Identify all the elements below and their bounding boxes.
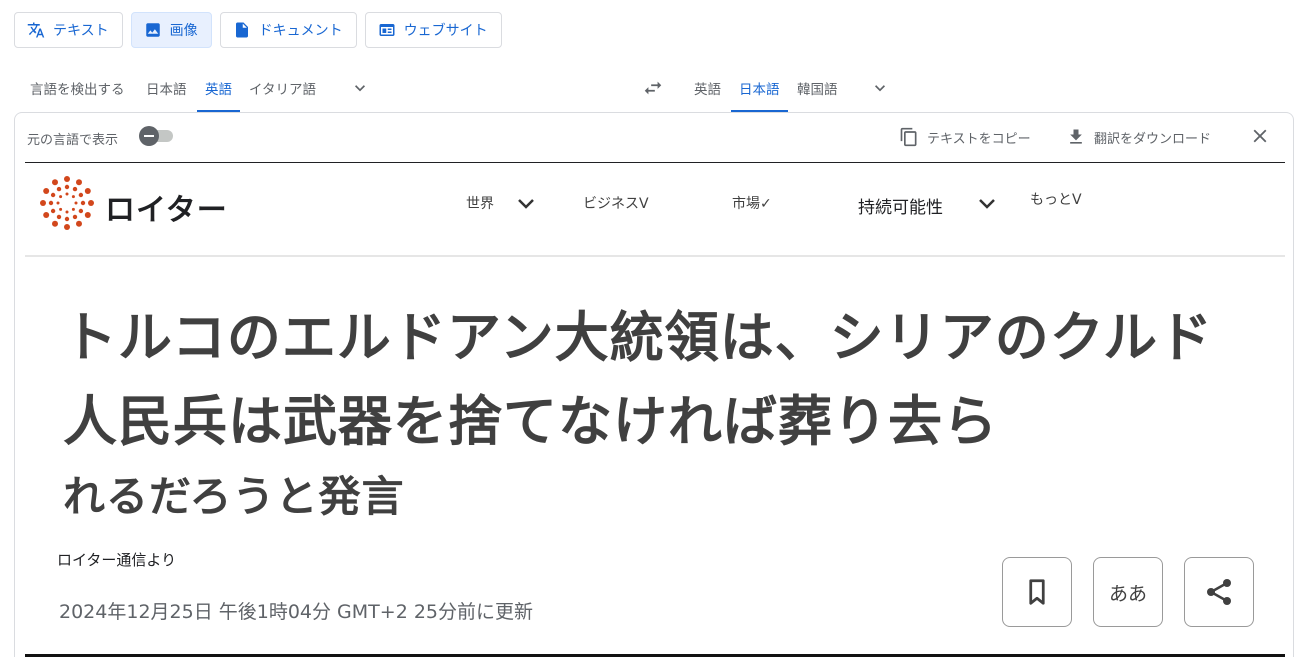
nav-world[interactable]: 世界 [466, 163, 494, 243]
image-icon [145, 23, 160, 37]
nav-markets[interactable]: 市場✓ [732, 163, 772, 243]
download-icon [1070, 129, 1082, 144]
nav-sustainability-dropdown[interactable] [975, 191, 999, 215]
target-lang-korean[interactable]: 韓国語 [797, 64, 838, 112]
mode-document-button[interactable]: ドキュメント [219, 12, 357, 48]
chevron-down-icon [979, 199, 995, 209]
document-icon [235, 22, 248, 38]
nav-world-dropdown[interactable] [514, 191, 538, 215]
mode-website-label: ウェブサイト [403, 23, 488, 39]
website-icon [379, 24, 395, 36]
nav-more[interactable]: もっとV [1030, 159, 1082, 239]
target-lang-english[interactable]: 英語 [694, 64, 721, 112]
headline-line-3: れるだろうと発言 [63, 472, 405, 521]
mode-document-label: ドキュメント [258, 23, 343, 39]
nav-sustainability[interactable]: 持続可能性 [858, 165, 943, 245]
source-lang-detect[interactable]: 言語を検出する [30, 64, 125, 112]
chevron-down-icon [875, 85, 885, 92]
copy-text-label: テキストをコピー [927, 131, 1031, 147]
source-lang-italian[interactable]: イタリア語 [249, 64, 316, 112]
byline: ロイター通信より [57, 551, 177, 569]
copy-icon [900, 127, 917, 147]
show-original-toggle[interactable] [139, 126, 175, 146]
swap-icon [644, 81, 662, 95]
translation-result-panel: 元の言語で表示 テキストをコピー 翻訳をダウンロード ロイター 世界 ビジネスV… [14, 112, 1294, 657]
download-label: 翻訳をダウンロード [1094, 131, 1212, 147]
toggle-knob [139, 126, 159, 146]
share-icon [1207, 579, 1231, 605]
source-lang-english[interactable]: 英語 [197, 64, 240, 112]
share-button[interactable] [1184, 557, 1254, 627]
mode-image-button[interactable]: 画像 [130, 12, 212, 48]
mode-text-button[interactable]: テキスト [14, 12, 123, 48]
site-name: ロイター [105, 193, 228, 228]
close-button[interactable] [1249, 125, 1273, 149]
show-original-label: 元の言語で表示 [27, 133, 119, 148]
translate-icon [27, 22, 45, 38]
mode-selector: テキスト 画像 ドキュメント ウェブサイト [14, 12, 502, 48]
mode-image-label: 画像 [169, 23, 198, 39]
mode-text-label: テキスト [53, 23, 109, 39]
headline-line-2: 人民兵は武器を捨てなければ葬り去ら [63, 390, 998, 453]
swap-languages-button[interactable] [642, 77, 666, 101]
bookmark-button[interactable] [1002, 557, 1072, 627]
text-size-button[interactable]: ああ [1093, 557, 1163, 627]
headline-line-1: トルコのエルドアン大統領は、シリアのクルド [63, 306, 1214, 369]
copy-text-button[interactable]: テキストをコピー [899, 123, 1031, 151]
target-lang-more-button[interactable] [870, 78, 890, 98]
reuters-logo-icon [40, 176, 94, 230]
download-translation-button[interactable]: 翻訳をダウンロード [1066, 123, 1211, 151]
target-lang-japanese[interactable]: 日本語 [731, 64, 787, 112]
language-bar: 言語を検出する 日本語 英語 イタリア語 英語 日本語 韓国語 [14, 64, 1294, 112]
mode-website-button[interactable]: ウェブサイト [364, 12, 502, 48]
bookmark-icon [1029, 579, 1045, 605]
text-size-label: ああ [1108, 582, 1147, 605]
close-icon [1253, 129, 1267, 143]
dateline: 2024年12月25日 午後1時04分 GMT+2 25分前に更新 [59, 601, 533, 623]
chevron-down-icon [518, 199, 534, 209]
nav-business[interactable]: ビジネスV [583, 163, 649, 243]
result-toolbar: 元の言語で表示 テキストをコピー 翻訳をダウンロード [15, 113, 1293, 161]
site-header: ロイター 世界 ビジネスV 市場✓ 持続可能性 もっとV [25, 163, 1285, 257]
source-lang-more-button[interactable] [350, 78, 370, 98]
translated-image: ロイター 世界 ビジネスV 市場✓ 持続可能性 もっとV トルコのエルドアン大統… [25, 162, 1285, 657]
source-lang-japanese[interactable]: 日本語 [146, 64, 187, 112]
chevron-down-icon [355, 85, 365, 92]
